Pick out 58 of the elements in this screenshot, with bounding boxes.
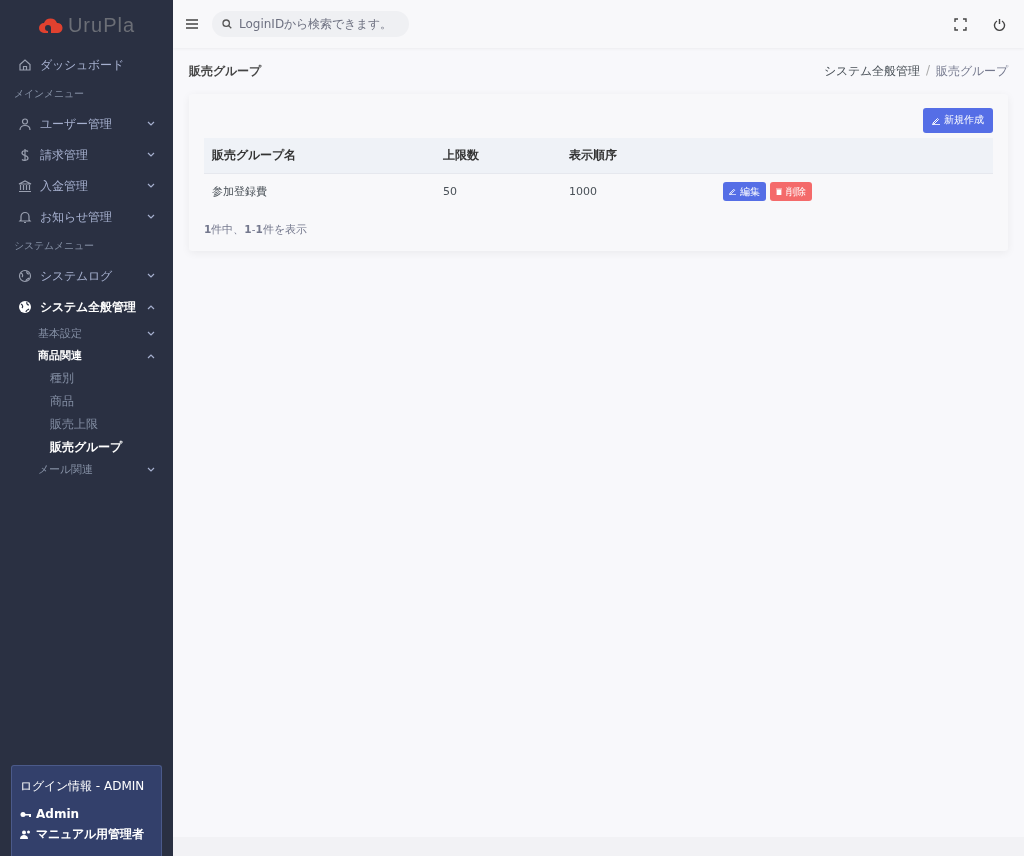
chevron-icon (147, 183, 155, 189)
nav-item[interactable]: ユーザー管理 (0, 109, 173, 140)
breadcrumb-item: 販売グループ (936, 62, 1008, 80)
users-icon (20, 830, 31, 839)
nav-subitem[interactable]: メール関連 (0, 459, 173, 481)
fullscreen-icon[interactable] (954, 17, 967, 31)
power-icon[interactable] (993, 17, 1006, 31)
nav-subitem[interactable]: 販売グループ (0, 436, 173, 459)
table-cell: 参加登録費 (204, 173, 435, 209)
nav-item[interactable]: システムログ (0, 261, 173, 292)
column-header: 上限数 (435, 138, 561, 174)
bell-icon (18, 210, 32, 224)
user-icon (18, 117, 32, 131)
chevron-icon (147, 152, 155, 158)
key-icon (20, 810, 31, 818)
chevron-icon (147, 304, 155, 310)
pencil-icon (729, 188, 736, 195)
column-header: 表示順序 (561, 138, 715, 174)
bank-icon (18, 179, 32, 193)
chevron-icon (147, 467, 155, 473)
chevron-icon (147, 331, 155, 337)
chevron-icon (147, 121, 155, 127)
column-header: 販売グループ名 (204, 138, 435, 174)
nav-subitem[interactable]: 種別 (0, 367, 173, 390)
menu-section-title: メインメニュー (13, 87, 85, 101)
nav-subitem[interactable]: 商品関連 (0, 345, 173, 367)
brand-name: UruPla (67, 13, 136, 37)
pagination-summary: 1件中、1-1件を表示 (204, 223, 308, 237)
search-field[interactable]: LoginIDから検索できます。 (212, 11, 409, 37)
page-title: 販売グループ (189, 62, 261, 80)
table-cell: 1000 (561, 173, 715, 209)
nav-item[interactable]: 請求管理 (0, 140, 173, 171)
user-name: Admin (36, 807, 80, 821)
menu-icon[interactable] (186, 19, 198, 29)
pencil-icon (932, 116, 940, 125)
nav-item[interactable]: システム全般管理 (0, 292, 173, 323)
globe-solid-icon (18, 300, 32, 314)
trash-icon (776, 188, 782, 195)
globe-icon (18, 269, 32, 283)
nav-subitem[interactable]: 基本設定 (0, 323, 173, 345)
login-info-title: ログイン情報 - ADMIN (20, 778, 146, 795)
chevron-icon (147, 273, 155, 279)
nav-subitem[interactable]: 販売上限 (0, 413, 173, 436)
chevron-icon (147, 214, 155, 220)
user-role: マニュアル用管理者 (36, 826, 144, 843)
nav-subitem[interactable]: 商品 (0, 390, 173, 413)
chevron-icon (147, 353, 155, 359)
nav-item[interactable]: お知らせ管理 (0, 202, 173, 233)
nav-item[interactable]: ダッシュボード (0, 50, 173, 81)
home-icon (18, 58, 32, 72)
breadcrumb-item[interactable]: システム全般管理 (823, 62, 920, 80)
table-cell: 50 (435, 173, 561, 209)
menu-section-title: システムメニュー (13, 239, 95, 253)
create-button[interactable]: 新規作成 (923, 108, 993, 133)
nav-item[interactable]: 入金管理 (0, 171, 173, 202)
breadcrumb-separator: / (925, 62, 930, 79)
dollar-icon (18, 148, 32, 162)
edit-button[interactable]: 編集 (723, 182, 766, 201)
